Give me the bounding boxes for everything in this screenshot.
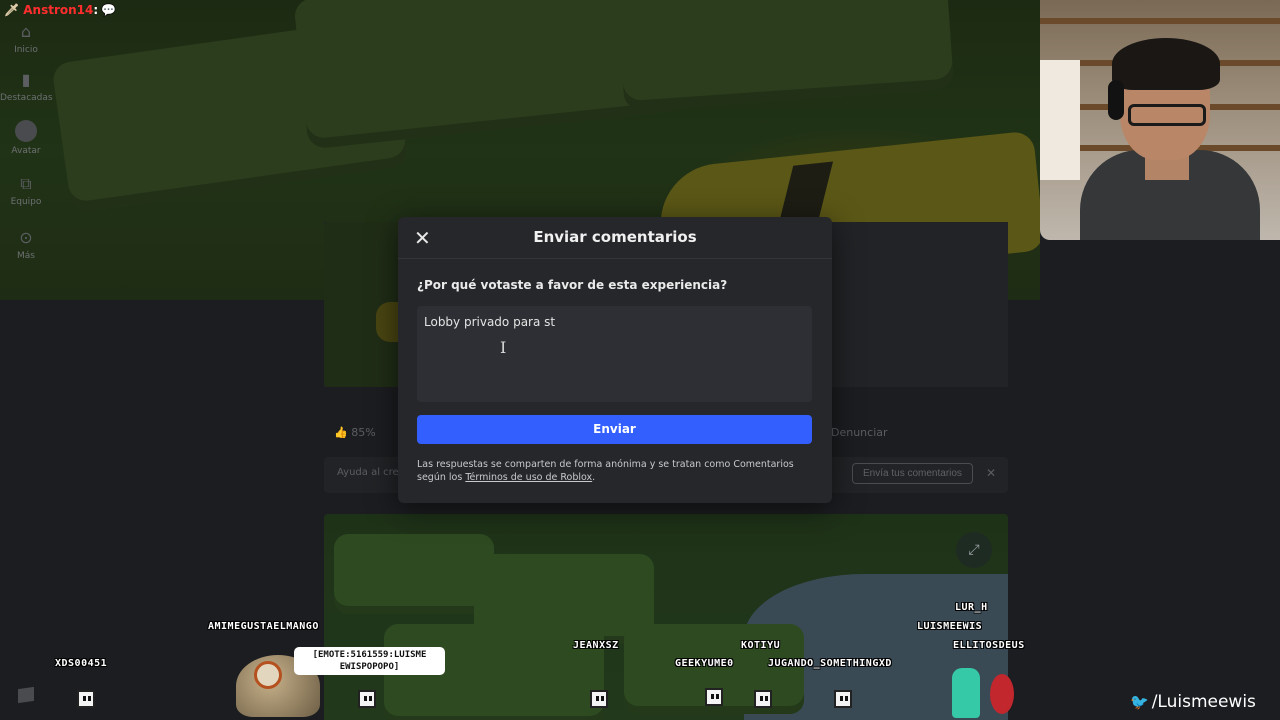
experience-screenshot[interactable] (324, 514, 1008, 720)
viewer-character (990, 674, 1014, 714)
viewer-name: GEEKYUME0 (675, 658, 734, 669)
bar-chart-icon: ▮ (21, 70, 31, 89)
viewer-character (952, 668, 980, 718)
viewer-name: XDS00451 (55, 658, 108, 669)
disclaimer-end: . (592, 472, 596, 483)
shelf (1040, 18, 1280, 24)
viewer-name: AMIMEGUSTAELMANGO (208, 621, 319, 632)
feedback-textarea[interactable] (417, 306, 812, 402)
sidebar-item-label: Equipo (10, 197, 42, 207)
thumbs-up-icon[interactable]: 👍 (334, 426, 348, 439)
terms-link[interactable]: Términos de uso de Roblox (465, 472, 592, 483)
text-cursor-icon: I (500, 338, 507, 357)
submit-button[interactable]: Enviar (417, 415, 812, 444)
glasses (1128, 104, 1206, 126)
headset-icon (1108, 80, 1124, 120)
twitter-icon: 🐦 (1130, 693, 1149, 711)
home-icon: ⌂ (20, 22, 32, 41)
webcam-feed (1040, 0, 1280, 240)
sword-icon: 🗡 (4, 3, 20, 17)
modal-title: Enviar comentarios (533, 228, 697, 246)
viewer-name: ELLITOSDEUS (953, 640, 1025, 651)
viewer-sprite (705, 688, 723, 706)
tank-art (334, 534, 494, 614)
viewer-name: KOTIYU (741, 640, 781, 651)
close-icon[interactable]: ✕ (986, 466, 996, 480)
sidebar-item-avatar[interactable]: Avatar (0, 120, 52, 156)
experience-thumbnail[interactable] (324, 222, 404, 387)
viewer-name: LUR_H (955, 602, 988, 613)
sidebar-item-label: Avatar (11, 146, 41, 156)
sidebar-item-label: Destacadas (0, 93, 53, 103)
team-icon: ⧉ (20, 174, 32, 193)
viewer-name: LUISMEEWIS (917, 621, 983, 632)
expand-icon[interactable]: ⤢ (956, 532, 992, 568)
sidebar-item-more[interactable]: ⊙ Más (0, 228, 52, 261)
chat-message: 🗡 Anstron14: 💬 (4, 3, 116, 17)
emote-bubble: [EMOTE:5161559:LUISME EWISPOPOPO] (294, 647, 445, 675)
send-feedback-button[interactable]: Envía tus comentarios (852, 463, 973, 484)
chat-separator: : (93, 3, 99, 17)
tank-art (615, 0, 955, 112)
vote-row: 👍 85% (334, 426, 376, 439)
chat-username: Anstron14 (23, 3, 94, 17)
feedback-question: ¿Por qué votaste a favor de esta experie… (417, 278, 728, 292)
viewer-sprite (754, 690, 772, 708)
sidebar-item-home[interactable]: ⌂ Inicio (0, 22, 52, 55)
viewer-sprite (590, 690, 608, 708)
left-sidebar: ⌂ Inicio ▮ Destacadas Avatar ⧉ Equipo ⊙ … (0, 0, 53, 280)
lamp (1040, 60, 1080, 180)
viewer-sprite (834, 690, 852, 708)
windows-logo-icon (18, 686, 34, 704)
feedback-help-text: Ayuda al crea (337, 467, 405, 478)
vote-percent: 85% (351, 426, 376, 439)
disclaimer: Las respuestas se comparten de forma anó… (417, 458, 817, 484)
speech-bubble-icon: 💬 (101, 3, 117, 17)
viewer-sprite (358, 690, 376, 708)
viewer-name: JUGANDO_SOMETHINGXD (768, 658, 892, 669)
streamer-hair (1112, 38, 1220, 90)
viewer-sprite (77, 690, 95, 708)
sidebar-item-label: Más (17, 251, 35, 261)
divider (398, 258, 832, 259)
avatar-icon (15, 120, 37, 142)
twitter-handle-text: /Luismeewis (1151, 692, 1256, 712)
twitter-handle: 🐦/Luismeewis (1130, 692, 1256, 712)
more-icon: ⊙ (19, 228, 33, 247)
sidebar-item-featured[interactable]: ▮ Destacadas (0, 70, 53, 103)
feedback-modal: ✕ Enviar comentarios ¿Por qué votaste a … (398, 217, 832, 503)
viewer-name: JEANXSZ (573, 640, 619, 651)
sidebar-item-label: Inicio (14, 45, 38, 55)
report-link[interactable]: Denunciar (831, 426, 888, 439)
sidebar-item-team[interactable]: ⧉ Equipo (0, 174, 52, 207)
